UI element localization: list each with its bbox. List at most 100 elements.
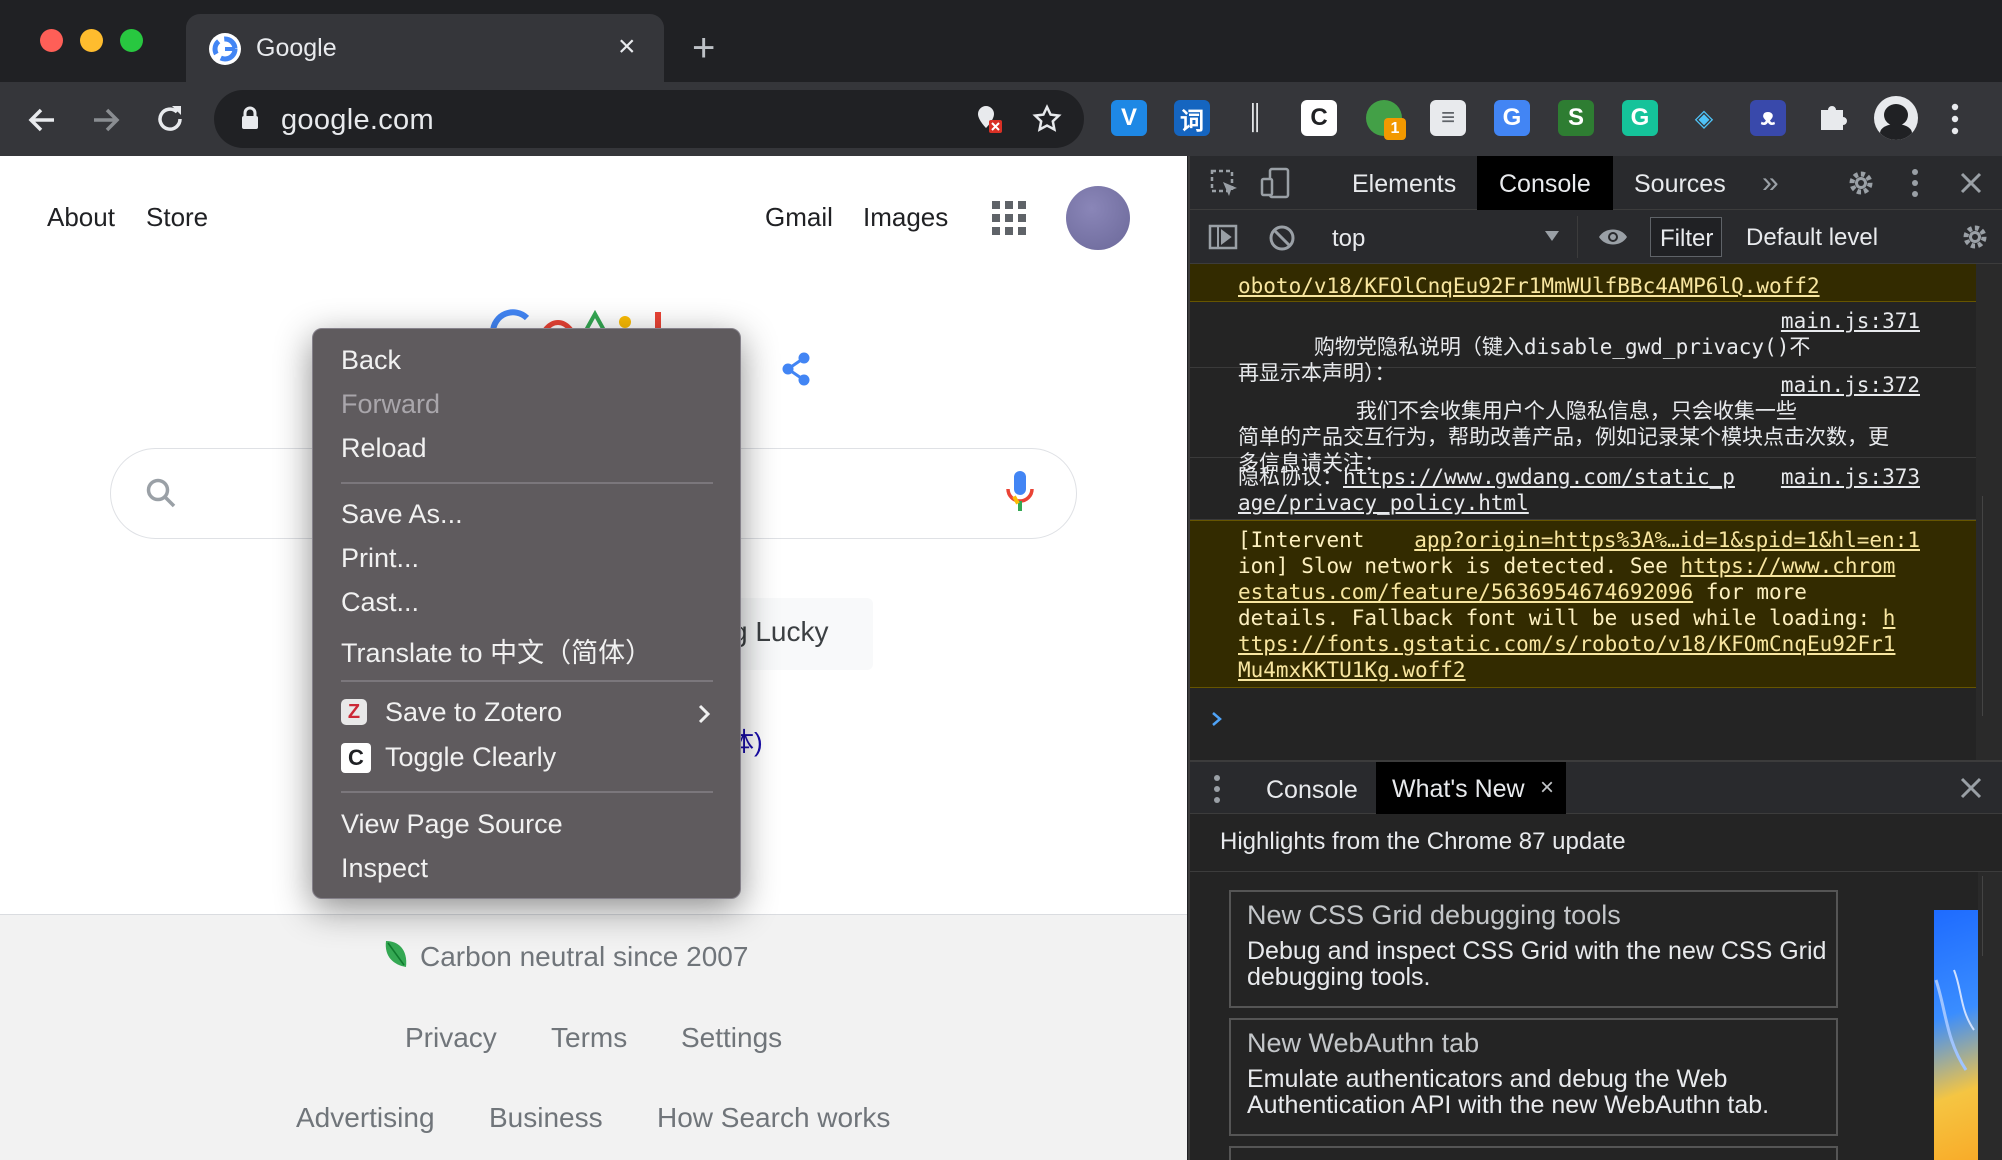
apps-grid-icon[interactable]	[992, 201, 1026, 235]
extensions-puzzle-icon[interactable]	[1815, 100, 1849, 134]
console-filter-input[interactable]: Filter	[1650, 217, 1722, 257]
menu-item-back[interactable]: Back	[341, 345, 401, 376]
account-avatar[interactable]	[1066, 186, 1130, 250]
browser-menu-icon[interactable]	[1948, 102, 1962, 136]
feature-card[interactable]: New CSS Grid debugging tools Debug and i…	[1229, 890, 1838, 1008]
inspect-element-icon[interactable]	[1210, 169, 1240, 199]
layers-icon[interactable]: ◈	[1686, 100, 1722, 136]
new-tab-button[interactable]: +	[692, 28, 715, 68]
page-icon[interactable]: ≡	[1430, 100, 1466, 136]
advertising-link[interactable]: Advertising	[296, 1102, 435, 1134]
vimium-icon[interactable]: V	[1111, 100, 1147, 136]
menu-item-inspect[interactable]: Inspect	[341, 853, 428, 884]
grammarly-icon[interactable]: G	[1622, 100, 1658, 136]
business-link[interactable]: Business	[489, 1102, 603, 1134]
menu-item-cast[interactable]: Cast...	[341, 587, 419, 618]
dictionary-icon[interactable]: 词	[1174, 100, 1210, 136]
close-tab-icon[interactable]: ×	[1540, 774, 1554, 802]
menu-item-translate[interactable]: Translate to 中文（简体）	[341, 631, 652, 670]
font-link-cont[interactable]: Mu4mxKKTU1Kg.woff2	[1238, 658, 1466, 682]
live-expression-eye-icon[interactable]	[1597, 226, 1629, 248]
log-level-select[interactable]: Default level	[1746, 224, 1878, 252]
privacy-policy-link-cont[interactable]: age/privacy_policy.html	[1238, 491, 1529, 515]
truncated-font-link[interactable]: be used while loading: https://fonts.gst…	[1238, 264, 1895, 265]
font-link-cont[interactable]: ttps://fonts.gstatic.com/s/roboto/v18/KF…	[1238, 632, 1895, 656]
tab-close-icon[interactable]: ×	[618, 32, 636, 62]
settings-gear-icon[interactable]	[1846, 168, 1876, 198]
privacy-policy-link[interactable]: https://www.gwdang.com/static_p	[1343, 465, 1735, 489]
share-icon[interactable]	[780, 352, 812, 386]
source-link[interactable]: main.js:373	[1781, 464, 1920, 490]
drawer-tab-console[interactable]: Console	[1244, 762, 1380, 816]
back-arrow-icon[interactable]	[26, 104, 58, 136]
settings-link[interactable]: Settings	[681, 1022, 782, 1054]
s-ext-icon[interactable]: S	[1558, 100, 1594, 136]
privacy-link[interactable]: Privacy	[405, 1022, 497, 1054]
console-scrollbar[interactable]	[1976, 264, 2002, 760]
tab-sources[interactable]: Sources	[1612, 156, 1748, 210]
menu-item-print[interactable]: Print...	[341, 543, 419, 574]
font-url-link[interactable]: oboto/v18/KFOlCnqEu92Fr1MmWUlfBBc4AMP6lQ…	[1238, 274, 1820, 298]
show-sidebar-icon[interactable]	[1208, 224, 1238, 250]
gmail-link[interactable]: Gmail	[765, 202, 833, 233]
devtools-menu-icon[interactable]	[1910, 168, 1920, 198]
font-link[interactable]: h	[1883, 606, 1896, 630]
devtools-panel: Elements Console Sources » top Filter De…	[1188, 156, 2002, 1160]
context-menu: Back Forward Reload Save As... Print... …	[312, 328, 741, 899]
source-link[interactable]: app?origin=https%3A%…id=1&spid=1&hl=en:1	[1414, 527, 1920, 553]
bookmark-star-icon[interactable]	[1032, 104, 1062, 134]
extension-badge: 1	[1384, 118, 1406, 140]
menu-item-view-page-source[interactable]: View Page Source	[341, 809, 563, 840]
profile-avatar[interactable]	[1874, 96, 1918, 140]
context-selector[interactable]: top	[1320, 216, 1578, 258]
voice-search-mic-icon[interactable]	[1005, 471, 1035, 515]
menu-item-toggle-clearly[interactable]: Toggle Clearly	[385, 742, 556, 773]
feature-card-body: Emulate authenticators and debug the Web…	[1247, 1065, 1770, 1119]
clear-console-icon[interactable]	[1268, 224, 1296, 252]
browser-tab[interactable]: Google ×	[186, 14, 664, 82]
menu-item-save-as[interactable]: Save As...	[341, 499, 463, 530]
minimize-window-button[interactable]	[80, 29, 103, 52]
more-tabs-chevron-icon[interactable]: »	[1762, 166, 1779, 200]
terms-link[interactable]: Terms	[551, 1022, 627, 1054]
reload-icon[interactable]	[154, 103, 186, 135]
omnibox[interactable]: google.com	[214, 90, 1084, 148]
drawer-menu-icon[interactable]	[1212, 774, 1222, 804]
menu-item-save-to-zotero[interactable]: Save to Zotero	[385, 697, 562, 728]
feature-card[interactable]	[1229, 1146, 1838, 1160]
close-drawer-icon[interactable]	[1960, 777, 1982, 799]
device-toolbar-icon[interactable]	[1260, 167, 1292, 199]
console-settings-gear-icon[interactable]	[1960, 222, 1990, 252]
store-link[interactable]: Store	[146, 202, 208, 233]
close-window-button[interactable]	[40, 29, 63, 52]
chromestatus-link[interactable]: https://www.chrom	[1681, 554, 1896, 578]
tab-elements[interactable]: Elements	[1330, 156, 1478, 210]
feeling-lucky-label: g Lucky	[732, 616, 829, 647]
google-translate-icon[interactable]: G	[1494, 100, 1530, 136]
about-link[interactable]: About	[47, 202, 115, 233]
source-link[interactable]: main.js:372	[1781, 372, 1920, 398]
tab-console[interactable]: Console	[1477, 156, 1613, 210]
images-link[interactable]: Images	[863, 202, 948, 233]
chrome-update-video-thumbnail[interactable]	[1934, 910, 1978, 1160]
feature-card[interactable]: New WebAuthn tab Emulate authenticators …	[1229, 1018, 1838, 1136]
drawer-tab-whats-new[interactable]: What's New ×	[1376, 762, 1566, 814]
forward-arrow-icon[interactable]	[90, 104, 122, 136]
console-log-message: 购物党隐私说明（键入disable_gwd_privacy()不 再显示本声明）…	[1190, 304, 1976, 385]
barcode-icon[interactable]: ║	[1237, 100, 1273, 136]
carbon-neutral-text[interactable]: Carbon neutral since 2007	[420, 941, 748, 973]
how-search-works-link[interactable]: How Search works	[657, 1102, 890, 1134]
chromestatus-link-cont[interactable]: estatus.com/feature/5636954674692096	[1238, 580, 1693, 604]
close-devtools-icon[interactable]	[1960, 172, 1982, 194]
source-link[interactable]: main.js:371	[1781, 308, 1920, 334]
menu-item-forward[interactable]: Forward	[341, 389, 440, 420]
cat-icon[interactable]: ᴥ	[1750, 100, 1786, 136]
drawer-scrollbar[interactable]	[1978, 872, 2002, 1160]
gwdang-icon[interactable]: 1	[1366, 100, 1406, 140]
clearly-ext-icon[interactable]: C	[1301, 100, 1337, 136]
location-blocked-icon[interactable]	[974, 104, 1004, 134]
zoom-window-button[interactable]	[120, 29, 143, 52]
lock-icon[interactable]	[240, 106, 260, 130]
menu-item-reload[interactable]: Reload	[341, 433, 427, 464]
feeling-lucky-button[interactable]: g Lucky	[720, 598, 873, 670]
